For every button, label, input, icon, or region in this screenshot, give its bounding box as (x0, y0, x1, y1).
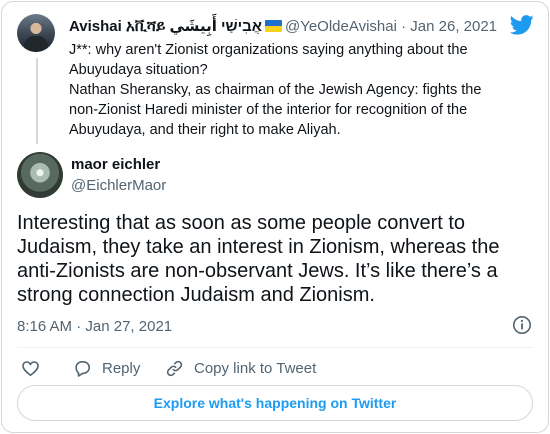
reply-label[interactable]: Reply (102, 360, 140, 377)
parent-tweet-date[interactable]: Jan 26, 2021 (410, 18, 497, 35)
heart-icon (22, 360, 39, 376)
copy-link-label[interactable]: Copy link to Tweet (194, 360, 316, 377)
explore-twitter-button[interactable]: Explore what's happening on Twitter (17, 385, 533, 421)
tweet-text: Interesting that as soon as some people … (17, 212, 500, 306)
thread-line (36, 58, 38, 144)
info-icon[interactable] (512, 315, 532, 335)
ukraine-flag-icon (264, 20, 282, 32)
copy-link-button[interactable]: Copy link to Tweet (165, 357, 316, 379)
tweet-card: Avishai አቪሻይ אֲבִישַׁי أَبِيشَي @YeOldeAv… (1, 1, 549, 433)
separator: · (401, 18, 407, 35)
parent-tweet-header: Avishai አቪሻይ אֲבִישַׁי أَبِيشَي @YeOldeAv… (69, 17, 497, 36)
twitter-bird-icon[interactable] (510, 15, 534, 35)
author-handle[interactable]: @EichlerMaor (71, 177, 166, 194)
parent-text-line: J**: why aren't Zionist organizations sa… (69, 42, 468, 78)
parent-text-line: Nathan Sheransky, as chairman of the Jew… (69, 82, 482, 138)
parent-author-handle[interactable]: @YeOldeAvishai (285, 18, 397, 35)
reply-icon (75, 360, 91, 377)
avatar[interactable] (17, 14, 55, 52)
parent-tweet-text: J**: why aren't Zionist organizations sa… (69, 40, 509, 140)
separator: · (76, 318, 82, 335)
tweet-timestamp[interactable]: 8:16 AM · Jan 27, 2021 (17, 318, 172, 335)
tweet-time[interactable]: 8:16 AM (17, 318, 72, 335)
avatar[interactable] (17, 152, 63, 198)
like-button[interactable] (21, 357, 40, 379)
reply-button[interactable]: Reply (73, 357, 140, 379)
link-icon (166, 360, 183, 376)
tweet-date[interactable]: Jan 27, 2021 (85, 318, 172, 335)
divider (17, 347, 533, 348)
parent-author-name[interactable]: Avishai አቪሻይ אֲבִישַׁי أَبِيشَي (69, 18, 262, 35)
author-name[interactable]: maor eichler (71, 156, 160, 173)
